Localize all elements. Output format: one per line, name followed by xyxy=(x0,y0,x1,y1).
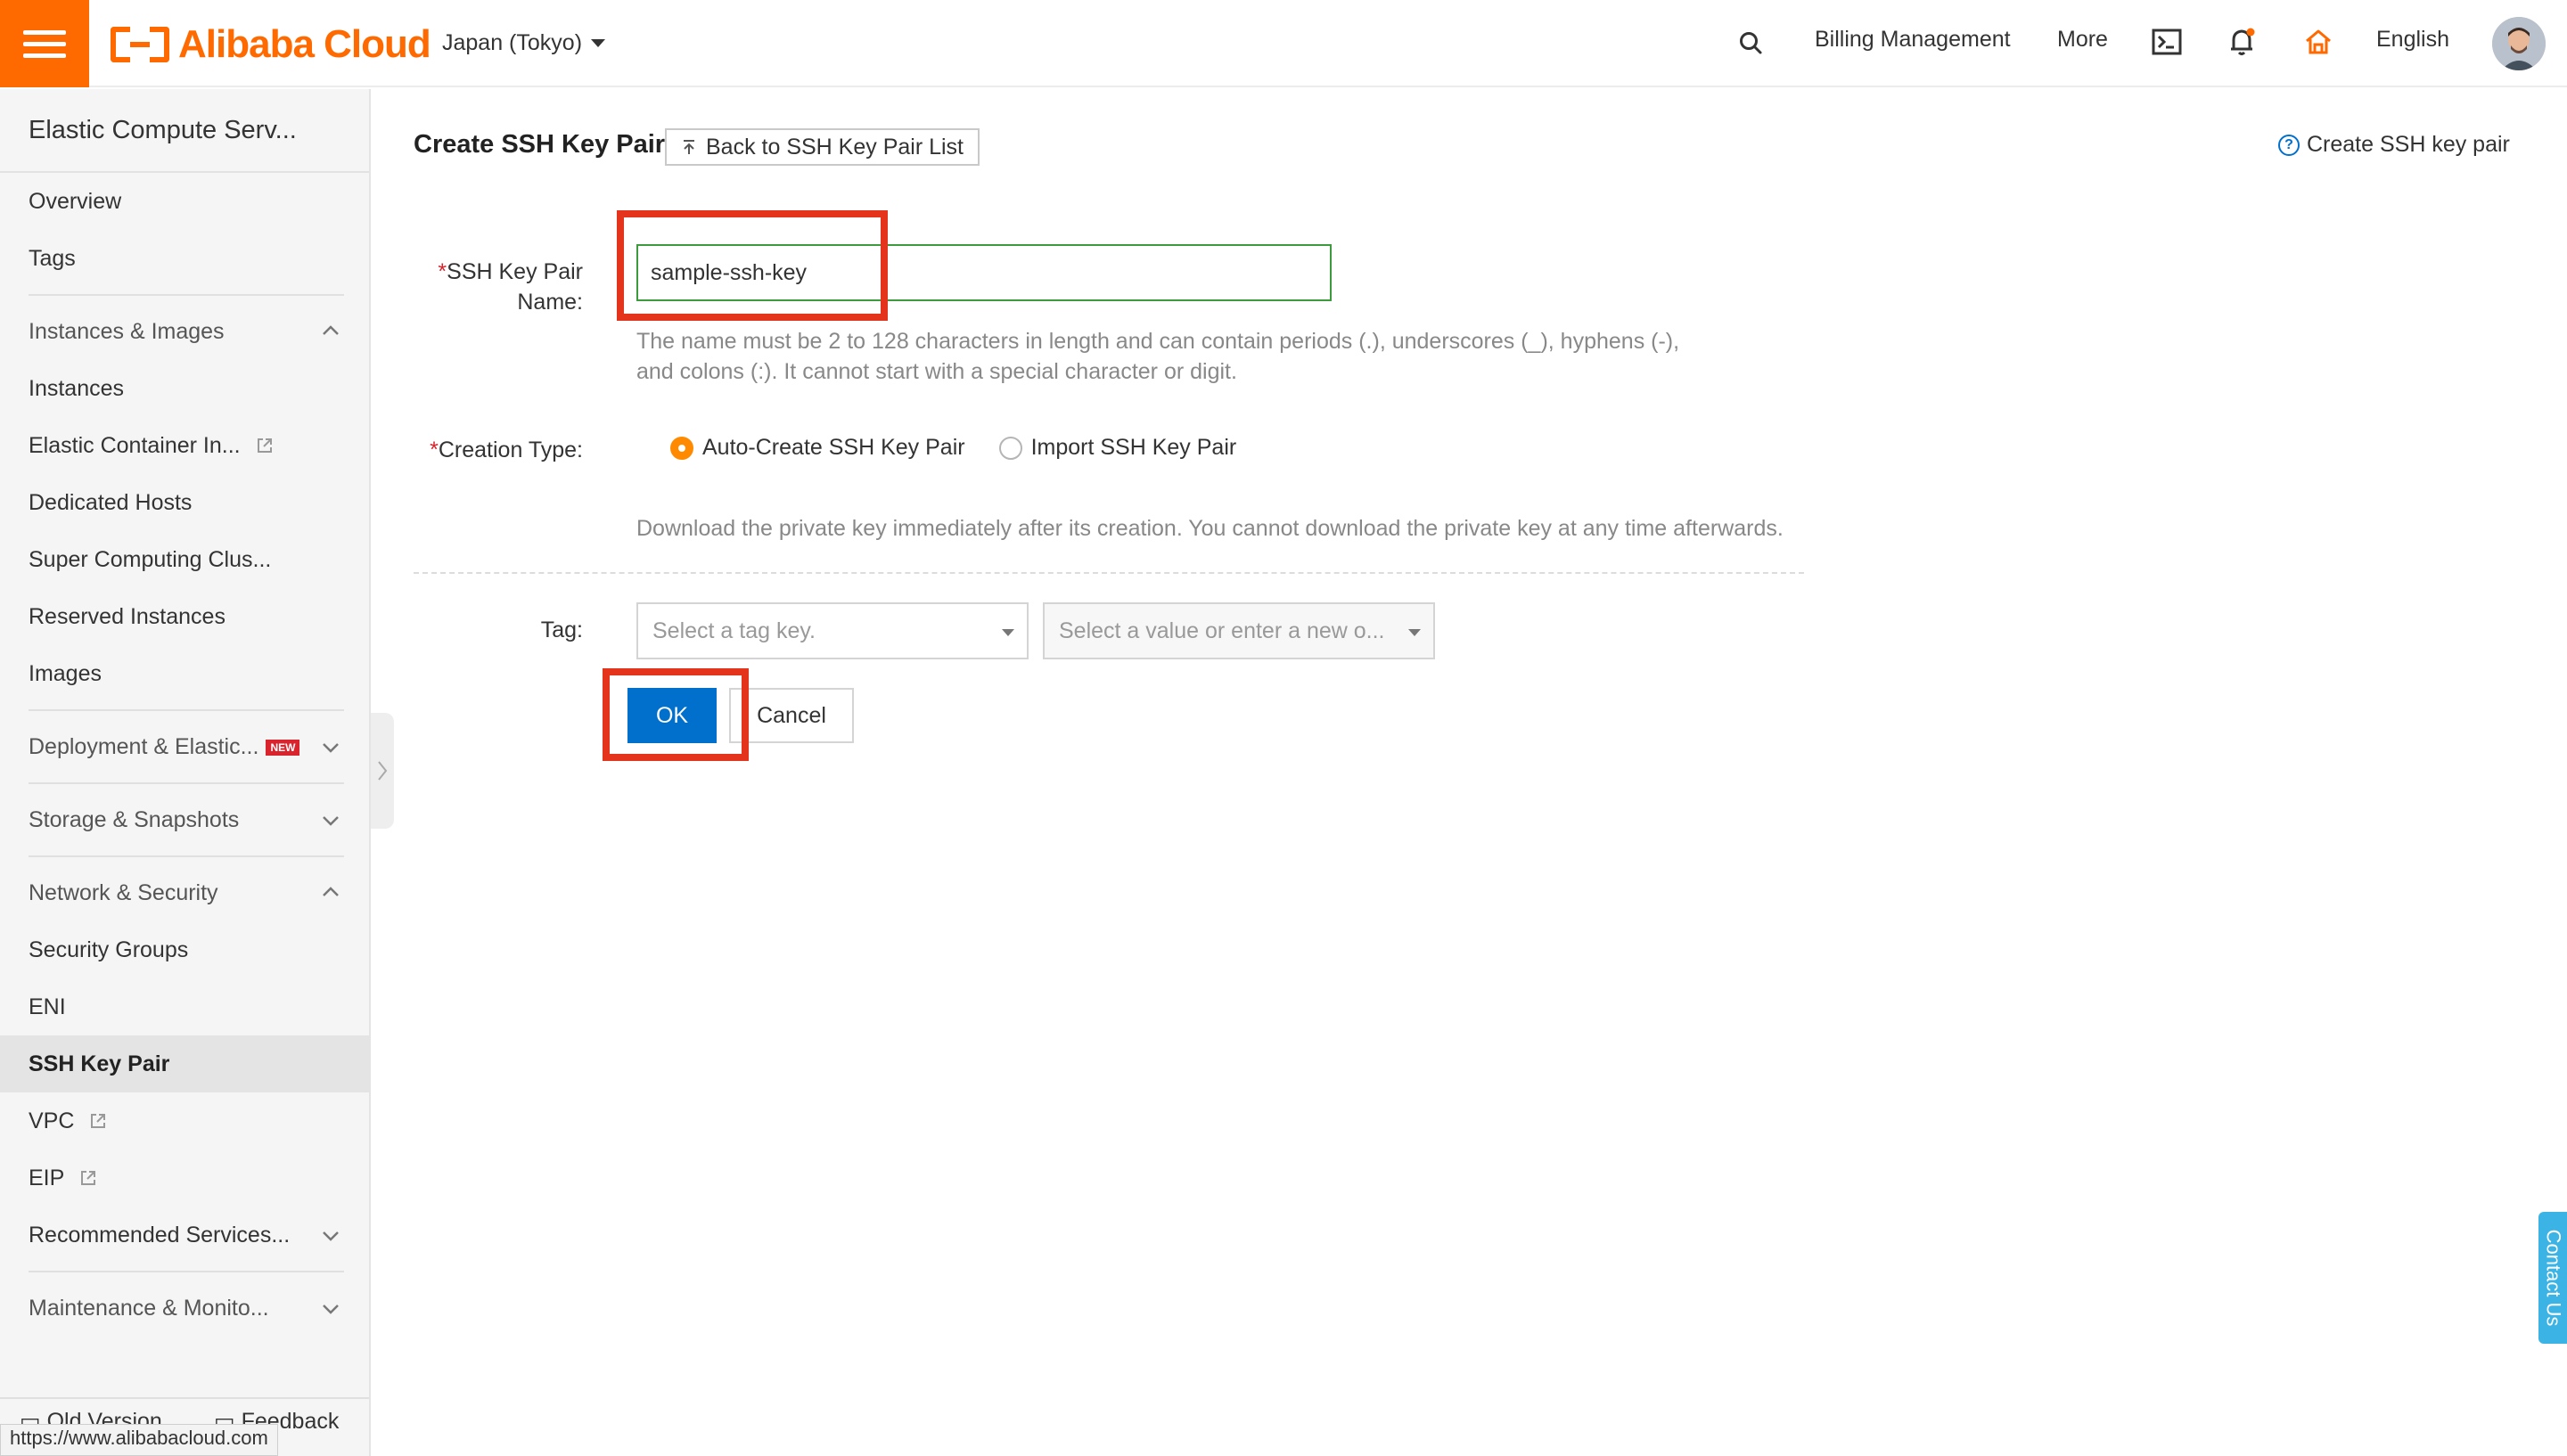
sidebar-item-dedicated-hosts[interactable]: Dedicated Hosts xyxy=(29,490,192,516)
home-icon[interactable] xyxy=(2303,27,2333,57)
more-menu[interactable]: More xyxy=(2057,27,2108,53)
browser-status-url: https://www.alibabacloud.com xyxy=(0,1424,278,1456)
chevron-down-icon xyxy=(591,39,606,47)
sidebar-divider xyxy=(29,782,344,784)
sidebar-group-instances-images[interactable]: Instances & Images xyxy=(29,319,225,345)
sidebar-divider xyxy=(29,709,344,711)
name-label-line1: SSH Key Pair xyxy=(447,259,583,284)
notification-bell-icon[interactable] xyxy=(2228,27,2257,57)
radio-import-label[interactable]: Import SSH Key Pair xyxy=(1031,435,1237,461)
sidebar-divider xyxy=(29,1271,344,1272)
name-label-line2: Name: xyxy=(517,290,583,315)
language-selector[interactable]: English xyxy=(2376,27,2449,53)
region-selector[interactable]: Japan (Tokyo) xyxy=(442,30,606,56)
avatar[interactable] xyxy=(2492,17,2546,70)
alibaba-cloud-logo[interactable]: Alibaba Cloud xyxy=(111,22,431,66)
ssh-key-pair-name-label: *SSH Key Pair Name: xyxy=(428,257,583,317)
sidebar-group-network-security[interactable]: Network & Security xyxy=(29,880,218,906)
sidebar-title[interactable]: Elastic Compute Serv... xyxy=(29,116,297,145)
radio-auto-create-label[interactable]: Auto-Create SSH Key Pair xyxy=(702,435,965,461)
tag-value-placeholder: Select a value or enter a new o... xyxy=(1059,618,1385,643)
creation-type-label-text: Creation Type: xyxy=(438,438,583,462)
sidebar-title-divider xyxy=(0,171,369,173)
brand-name: Alibaba Cloud xyxy=(178,22,431,66)
back-to-list-button[interactable]: Back to SSH Key Pair List xyxy=(665,128,980,166)
sidebar-item-elastic-container-instance[interactable]: Elastic Container In... xyxy=(29,433,274,459)
creation-type-label: *Creation Type: xyxy=(419,435,583,465)
sidebar-item-security-groups[interactable]: Security Groups xyxy=(29,937,188,963)
chevron-down-icon[interactable] xyxy=(321,811,340,830)
new-badge: NEW xyxy=(266,740,300,756)
back-button-label: Back to SSH Key Pair List xyxy=(706,134,964,160)
chevron-down-icon xyxy=(1002,629,1014,636)
page-title: Create SSH Key Pair xyxy=(414,130,666,159)
sidebar-item-eip[interactable]: EIP xyxy=(29,1166,97,1191)
chevron-up-icon[interactable] xyxy=(321,882,340,902)
sidebar-divider xyxy=(29,294,344,296)
name-hint-line1: The name must be 2 to 128 characters in … xyxy=(636,329,1680,354)
back-arrow-icon xyxy=(684,140,694,154)
alibaba-cloud-logo-mark xyxy=(111,27,169,62)
chevron-down-icon xyxy=(1408,629,1421,636)
sidebar: Elastic Compute Serv... Overview Tags In… xyxy=(0,89,371,1456)
contact-us-tab[interactable]: Contact Us xyxy=(2538,1212,2567,1344)
external-link-icon xyxy=(91,1114,106,1128)
sidebar-item-label: EIP xyxy=(29,1166,64,1190)
tag-key-select[interactable]: Select a tag key. xyxy=(636,602,1029,659)
tag-value-select[interactable]: Select a value or enter a new o... xyxy=(1043,602,1435,659)
sidebar-item-reserved-instances[interactable]: Reserved Instances xyxy=(29,604,226,630)
terminal-icon[interactable] xyxy=(2152,29,2182,55)
required-marker: * xyxy=(438,259,447,284)
creation-note: Download the private key immediately aft… xyxy=(636,516,1784,541)
sidebar-item-tags[interactable]: Tags xyxy=(29,246,76,272)
annotation-highlight-name-input xyxy=(617,210,888,321)
billing-management-link[interactable]: Billing Management xyxy=(1815,27,2011,53)
sidebar-item-overview[interactable]: Overview xyxy=(29,189,121,215)
chevron-down-icon[interactable] xyxy=(321,738,340,757)
sidebar-item-label: Elastic Container In... xyxy=(29,433,241,458)
form-divider xyxy=(414,572,1804,574)
sidebar-item-instances[interactable]: Instances xyxy=(29,376,124,402)
search-icon[interactable] xyxy=(1738,30,1763,55)
tag-label: Tag: xyxy=(540,618,583,642)
tag-key-placeholder: Select a tag key. xyxy=(652,618,816,643)
sidebar-item-eni[interactable]: ENI xyxy=(29,994,66,1020)
sidebar-item-images[interactable]: Images xyxy=(29,661,102,687)
help-icon: ? xyxy=(2278,134,2300,156)
contact-us-label: Contact Us xyxy=(2542,1229,2565,1327)
sidebar-item-ssh-key-pair[interactable]: SSH Key Pair xyxy=(29,1051,169,1077)
sidebar-group-maintenance-monitoring[interactable]: Maintenance & Monito... xyxy=(29,1296,269,1321)
sidebar-group-deployment-elasticity[interactable]: Deployment & Elastic... NEW xyxy=(29,734,300,760)
annotation-highlight-ok-button xyxy=(603,668,749,761)
sidebar-item-label: Deployment & Elastic... xyxy=(29,734,259,759)
sidebar-collapse-handle[interactable] xyxy=(371,713,394,829)
sidebar-footer-divider xyxy=(0,1397,369,1399)
chevron-down-icon[interactable] xyxy=(321,1299,340,1319)
user-avatar-icon xyxy=(2492,17,2546,70)
required-marker: * xyxy=(430,438,439,462)
chevron-right-icon xyxy=(378,761,388,781)
sidebar-group-recommended-services[interactable]: Recommended Services... xyxy=(29,1223,290,1248)
name-hint-line2: and colons (:). It cannot start with a s… xyxy=(636,359,1237,384)
radio-import[interactable] xyxy=(998,436,1022,460)
menu-icon[interactable] xyxy=(0,0,89,87)
region-label: Japan (Tokyo) xyxy=(442,30,583,55)
external-link-icon xyxy=(257,438,272,453)
sidebar-item-vpc[interactable]: VPC xyxy=(29,1108,107,1134)
help-link[interactable]: ? Create SSH key pair xyxy=(2278,132,2510,158)
help-link-label: Create SSH key pair xyxy=(2307,132,2510,157)
creation-type-radio-group: Auto-Create SSH Key Pair Import SSH Key … xyxy=(670,435,1236,461)
chevron-down-icon[interactable] xyxy=(321,1226,340,1246)
sidebar-item-label: VPC xyxy=(29,1108,75,1133)
external-link-icon xyxy=(80,1171,95,1185)
sidebar-item-super-computing-cluster[interactable]: Super Computing Clus... xyxy=(29,547,271,573)
sidebar-divider xyxy=(29,855,344,857)
chevron-up-icon[interactable] xyxy=(321,321,340,340)
top-navigation-bar: Alibaba Cloud Japan (Tokyo) Billing Mana… xyxy=(0,0,2567,87)
radio-auto-create[interactable] xyxy=(670,436,693,460)
sidebar-group-storage-snapshots[interactable]: Storage & Snapshots xyxy=(29,807,239,833)
